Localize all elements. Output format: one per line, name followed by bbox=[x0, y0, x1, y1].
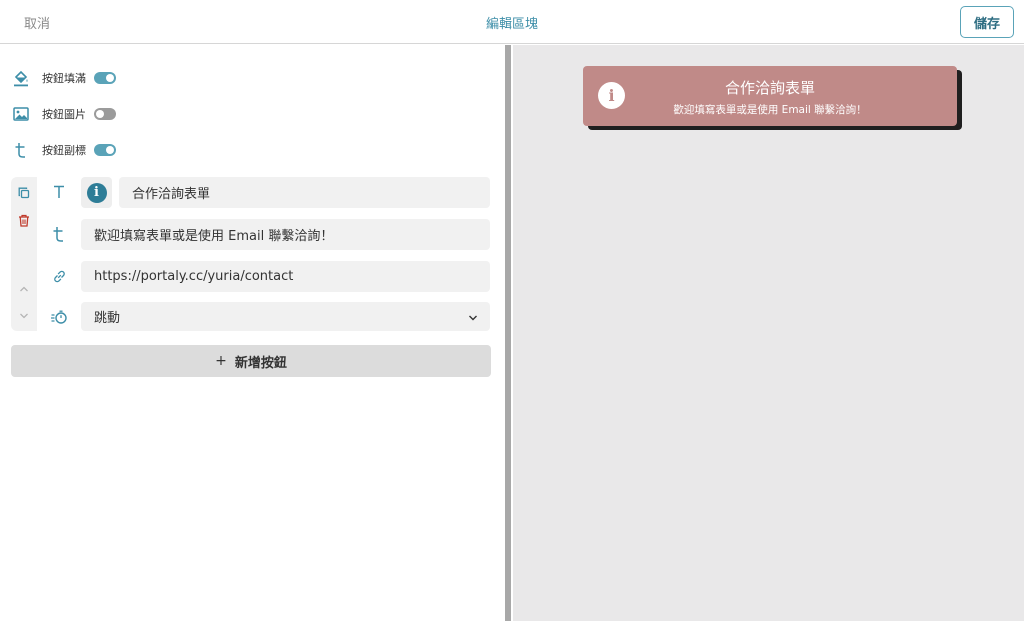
link-icon bbox=[46, 266, 72, 286]
copy-icon[interactable] bbox=[11, 184, 37, 202]
subtitle-input[interactable]: 歡迎填寫表單或是使用 Email 聯繫洽詢！ bbox=[81, 219, 490, 250]
panel-resize-handle[interactable] bbox=[505, 45, 511, 621]
page-title: 編輯區塊 bbox=[485, 17, 538, 32]
info-icon: i bbox=[86, 182, 107, 203]
editor-panel: 按鈕填滿 按鈕圖片 按鈕副標 i 合作洽詢表單 歡迎填寫表單或是使用 Email… bbox=[0, 45, 505, 621]
fill-toggle-switch[interactable] bbox=[94, 72, 116, 84]
preview-panel: i 合作洽詢表單 歡迎填寫表單或是使用 Email 聯繫洽詢！ bbox=[513, 45, 1024, 621]
title-t-icon bbox=[46, 182, 72, 202]
move-down-chevron-icon[interactable] bbox=[11, 307, 37, 325]
title-input[interactable]: 合作洽詢表單 bbox=[119, 177, 490, 208]
preview-title: 合作洽詢表單 bbox=[724, 79, 815, 97]
timer-animation-icon bbox=[46, 307, 72, 327]
paint-bucket-icon bbox=[12, 69, 30, 87]
preview-button[interactable]: i 合作洽詢表單 歡迎填寫表單或是使用 Email 聯繫洽詢！ bbox=[583, 66, 957, 126]
save-button[interactable]: 儲存 bbox=[960, 6, 1014, 38]
subtitle-toggle-row: 按鈕副標 bbox=[12, 139, 116, 161]
move-up-chevron-icon[interactable] bbox=[11, 280, 37, 298]
item-side-rail bbox=[11, 177, 37, 331]
image-icon bbox=[12, 105, 30, 123]
image-toggle-row: 按鈕圖片 bbox=[12, 103, 116, 125]
plus-icon: + bbox=[215, 353, 227, 369]
chevron-down-icon bbox=[468, 311, 478, 326]
subtitle-t-icon bbox=[12, 141, 30, 159]
animation-select-value: 跳動 bbox=[94, 311, 121, 326]
icon-picker-button[interactable]: i bbox=[81, 177, 112, 208]
image-toggle-switch[interactable] bbox=[94, 108, 116, 120]
subtitle-toggle-label: 按鈕副標 bbox=[42, 144, 86, 157]
preview-subtitle: 歡迎填寫表單或是使用 Email 聯繫洽詢！ bbox=[673, 104, 867, 116]
url-input[interactable]: https://portaly.cc/yuria/contact bbox=[81, 261, 490, 292]
trash-icon[interactable] bbox=[11, 211, 37, 229]
add-button[interactable]: + 新增按鈕 bbox=[11, 345, 491, 377]
animation-select[interactable]: 跳動 bbox=[81, 302, 490, 331]
fill-toggle-label: 按鈕填滿 bbox=[42, 72, 86, 85]
subtitle-toggle-switch[interactable] bbox=[94, 144, 116, 156]
image-toggle-label: 按鈕圖片 bbox=[42, 108, 86, 121]
top-bar: 取消 編輯區塊 儲存 bbox=[0, 0, 1024, 44]
fill-toggle-row: 按鈕填滿 bbox=[12, 67, 116, 89]
subtitle-field-icon bbox=[46, 224, 72, 244]
add-button-label: 新增按鈕 bbox=[234, 355, 287, 371]
